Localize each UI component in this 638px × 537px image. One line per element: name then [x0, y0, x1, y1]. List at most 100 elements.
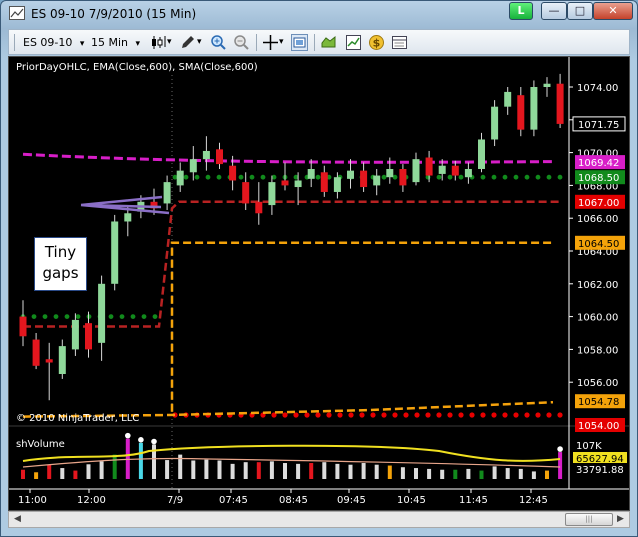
toolbar-grip — [14, 34, 15, 51]
zoom-in-icon[interactable] — [210, 34, 227, 51]
volume-bar — [322, 462, 327, 479]
prior-high-dot — [381, 174, 387, 180]
price-axis-label: 1058.00 — [577, 345, 618, 356]
volume-bar — [112, 454, 117, 479]
volume-bar — [34, 472, 39, 479]
candle-up — [438, 165, 446, 174]
scroll-left-icon[interactable]: ◀ — [10, 513, 25, 526]
prior-high-dot — [183, 174, 189, 180]
prior-low-dot — [337, 412, 343, 418]
callout-text-line2: gaps — [42, 264, 79, 282]
volume-bar — [492, 466, 497, 479]
prior-high-dot — [108, 314, 114, 319]
prior-high-dot — [172, 174, 178, 180]
volume-axis-label: 33791.88 — [576, 465, 624, 476]
price-axis-label: 1074.00 — [577, 83, 618, 94]
prior-high-dot — [491, 174, 497, 180]
zoom-out-icon[interactable] — [233, 34, 250, 51]
volume-bar — [165, 460, 170, 479]
candle-down — [399, 169, 407, 186]
prior-high-dot — [315, 174, 321, 180]
chart-properties-icon[interactable] — [345, 34, 362, 51]
volume-bar — [269, 461, 274, 479]
volume-peak-dot — [138, 437, 144, 443]
candle-down — [360, 170, 368, 188]
prior-low-dot — [392, 412, 398, 418]
prior-high-dot — [524, 174, 530, 180]
time-axis-label: 12:00 — [77, 495, 106, 506]
money-icon[interactable]: $ — [368, 34, 385, 51]
crosshair-icon[interactable] — [262, 34, 279, 51]
volume-peak-dot — [151, 438, 157, 445]
minimize-button[interactable]: — — [541, 2, 567, 20]
prior-low-dot — [458, 412, 464, 418]
maximize-button[interactable]: □ — [567, 2, 593, 20]
candle-up — [373, 175, 381, 186]
candle-up — [71, 319, 79, 350]
price-chart[interactable]: 1074.001072.001070.001068.001066.001064.… — [9, 57, 629, 510]
candle-down — [229, 165, 237, 181]
data-box-icon[interactable] — [391, 34, 408, 51]
strategies-icon[interactable] — [320, 34, 337, 51]
prior-high-dot — [141, 314, 147, 319]
price-tag-label: 1069.42 — [578, 158, 619, 169]
volume-bar — [73, 470, 78, 479]
price-axis-label: 1060.00 — [577, 313, 618, 324]
volume-bar — [505, 468, 510, 479]
prior-high-dot — [557, 174, 563, 180]
candle-down — [281, 180, 289, 186]
volume-bar — [60, 468, 65, 479]
title-bar[interactable]: ES 09-10 7/9/2010 (15 Min) L — □ ✕ — [1, 1, 637, 27]
snapshot-icon[interactable] — [291, 34, 308, 51]
interval-label: 15 Min — [91, 36, 129, 49]
candle-up — [386, 169, 394, 178]
scroll-thumb[interactable]: ||| — [565, 513, 613, 526]
candle-down — [32, 339, 40, 366]
tiny-gaps-callout[interactable]: Tiny gaps — [34, 237, 87, 291]
chevron-down-icon[interactable]: ▾ — [167, 34, 172, 51]
chevron-down-icon[interactable]: ▾ — [197, 34, 202, 51]
horizontal-scrollbar[interactable]: ◀ ||| ▶ — [8, 511, 630, 528]
chevron-down-icon: ▾ — [79, 39, 85, 49]
prior-high-dot — [42, 314, 48, 319]
volume-bar — [47, 464, 52, 479]
candle-down — [517, 95, 525, 130]
prior-high-dot — [447, 174, 453, 180]
chart-window: ES 09-10 7/9/2010 (15 Min) L — □ ✕ ES 09… — [0, 0, 638, 537]
candle-up — [347, 170, 354, 179]
link-button[interactable]: L — [509, 2, 533, 20]
candle-up — [176, 170, 184, 186]
candlestick-icon[interactable] — [150, 34, 167, 51]
candle-down — [216, 149, 223, 165]
candle-up — [464, 169, 472, 178]
close-button[interactable]: ✕ — [593, 2, 633, 20]
price-axis-label: 1056.00 — [577, 378, 618, 389]
scroll-right-icon[interactable]: ▶ — [613, 513, 628, 526]
candle-up — [189, 159, 197, 173]
svg-text:$: $ — [373, 37, 381, 50]
candle-up — [491, 106, 499, 140]
chart-toolbar: ES 09-10 ▾ 15 Min ▾ ▾ ▾ ▾ $ — [8, 29, 630, 55]
pencil-draw-icon[interactable] — [179, 34, 196, 51]
prior-low-dot — [480, 412, 486, 418]
interval-selector[interactable]: 15 Min ▾ — [91, 34, 140, 51]
prior-low-dot — [315, 412, 321, 418]
prior-low-dot — [359, 412, 365, 418]
prior-low-dot — [403, 412, 409, 418]
volume-bar — [138, 442, 143, 479]
volume-bar — [309, 463, 314, 479]
prior-high-dot — [436, 174, 442, 180]
candle-up — [111, 221, 119, 284]
chart-panel[interactable]: 1074.001072.001070.001068.001066.001064.… — [8, 56, 630, 511]
instrument-selector[interactable]: ES 09-10 ▾ — [23, 34, 84, 51]
prior-high-dot — [205, 174, 211, 180]
chevron-down-icon[interactable]: ▾ — [279, 34, 284, 51]
toolbar-divider — [256, 34, 257, 51]
price-axis-label: 1066.00 — [577, 214, 618, 225]
prior-low-dot — [414, 412, 420, 418]
candle-up — [543, 83, 551, 87]
volume-bar — [466, 468, 471, 479]
time-axis-label: 12:45 — [519, 495, 548, 506]
volume-bar — [545, 470, 549, 479]
prior-low-dot — [381, 412, 387, 418]
